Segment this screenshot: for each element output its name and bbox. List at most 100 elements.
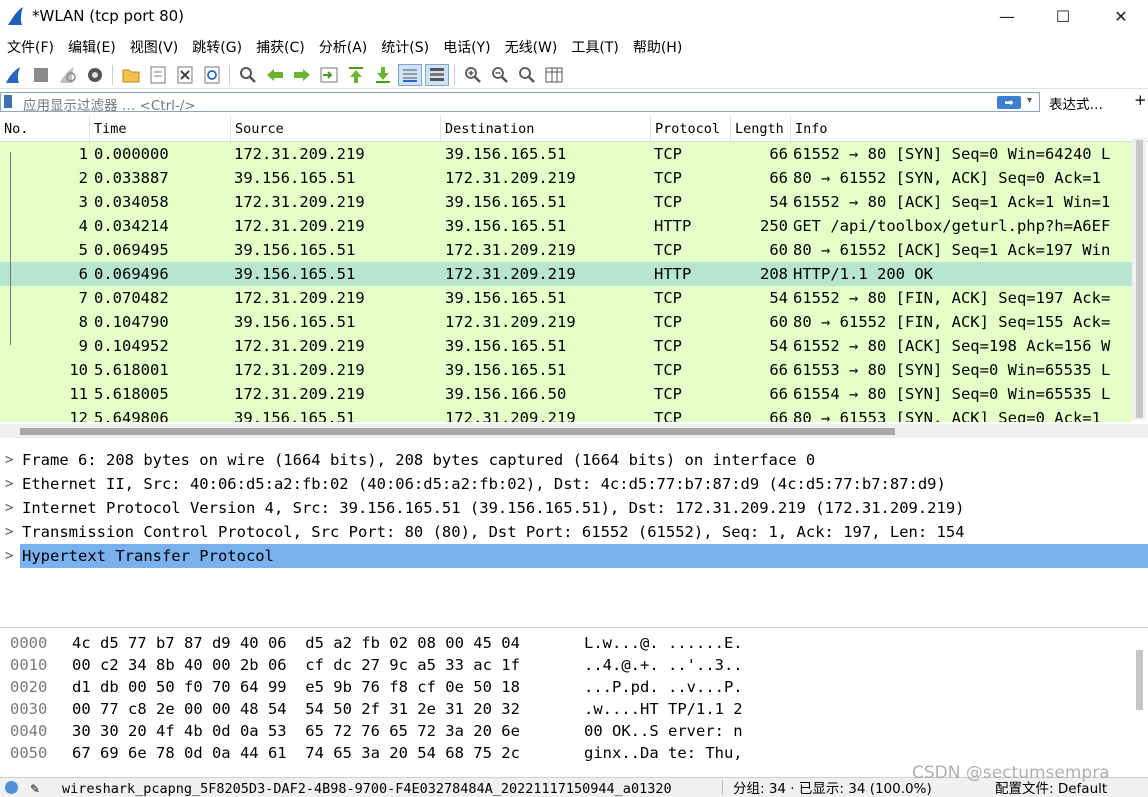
hex-offset: 0010 xyxy=(10,656,48,674)
table-row[interactable]: 3 0.034058 172.31.209.219 39.156.165.51 TCP 5… xyxy=(0,190,1132,214)
table-row[interactable]: 5 0.069495 39.156.165.51 172.31.209.219 TCP 6… xyxy=(0,238,1132,262)
capture-options-icon[interactable] xyxy=(83,64,107,86)
stop-capture-icon[interactable] xyxy=(29,64,53,86)
packet-time: 0.104952 xyxy=(94,337,169,355)
packet-protocol: TCP xyxy=(654,385,682,403)
menu-help[interactable]: 帮助(H) xyxy=(626,36,689,60)
menu-go[interactable]: 跳转(G) xyxy=(185,36,249,60)
hex-ascii: ..4.@.+. ..'..3.. xyxy=(584,656,743,674)
close-button[interactable]: ✕ xyxy=(1098,0,1144,32)
table-row[interactable]: 8 0.104790 39.156.165.51 172.31.209.219 TCP 6… xyxy=(0,310,1132,334)
hex-bytes: 4c d5 77 b7 87 d9 40 06 d5 a2 fb 02 08 0… xyxy=(72,634,520,652)
find-packet-icon[interactable] xyxy=(236,64,260,86)
table-row[interactable]: 7 0.070482 172.31.209.219 39.156.165.51 TCP 5… xyxy=(0,286,1132,310)
autoscroll-icon[interactable] xyxy=(397,64,422,86)
table-row[interactable]: 12 5.649806 39.156.165.51 172.31.209.219 TCP… xyxy=(0,406,1132,422)
filter-history-chevron-icon[interactable]: ▾ xyxy=(1027,95,1032,106)
go-last-icon[interactable] xyxy=(371,64,395,86)
column-header-no[interactable]: No. xyxy=(0,116,90,141)
column-header-length[interactable]: Length xyxy=(731,116,791,141)
add-filter-button[interactable]: + xyxy=(1134,91,1147,109)
zoom-in-icon[interactable] xyxy=(461,64,485,86)
go-forward-icon[interactable] xyxy=(290,64,314,86)
hex-row[interactable]: 0030 00 77 c8 2e 00 00 48 54 54 50 2f 31 … xyxy=(0,698,1148,720)
packet-destination: 39.156.165.51 xyxy=(445,289,567,307)
detail-label: Ethernet II, Src: 40:06:d5:a2:fb:02 (40:… xyxy=(22,475,946,493)
column-header-info[interactable]: Info xyxy=(791,116,1148,141)
expand-chevron-icon[interactable]: > xyxy=(5,544,13,568)
packet-info: 80 → 61552 [FIN, ACK] Seq=155 Ack= xyxy=(793,313,1111,331)
hex-row[interactable]: 0050 67 69 6e 78 0d 0a 44 61 74 65 3a 20 … xyxy=(0,742,1148,764)
menu-telephony[interactable]: 电话(Y) xyxy=(436,36,497,60)
apply-filter-arrow-icon[interactable]: ➡ xyxy=(997,96,1021,109)
menu-file[interactable]: 文件(F) xyxy=(0,36,61,60)
table-row[interactable]: 11 5.618005 172.31.209.219 39.156.166.50 TCP… xyxy=(0,382,1132,406)
column-header-destination[interactable]: Destination xyxy=(441,116,651,141)
table-row[interactable]: 6 0.069496 39.156.165.51 172.31.209.219 HTTP… xyxy=(0,262,1132,286)
resize-columns-icon[interactable] xyxy=(542,64,566,86)
detail-tree-item[interactable]: > Frame 6: 208 bytes on wire (1664 bits),… xyxy=(0,448,1148,472)
go-to-packet-icon[interactable] xyxy=(317,64,341,86)
packet-list-hscrollbar-thumb[interactable] xyxy=(20,428,895,435)
save-file-icon[interactable] xyxy=(146,64,170,86)
expression-button[interactable]: 表达式… xyxy=(1049,93,1103,113)
detail-label: Internet Protocol Version 4, Src: 39.156… xyxy=(22,499,965,517)
hex-row[interactable]: 0040 30 30 20 4f 4b 0d 0a 53 65 72 76 65 … xyxy=(0,720,1148,742)
hex-row[interactable]: 0000 4c d5 77 b7 87 d9 40 06 d5 a2 fb 02 … xyxy=(0,632,1148,654)
hex-ascii: .w....HT TP/1.1 2 xyxy=(584,700,743,718)
column-header-source[interactable]: Source xyxy=(231,116,441,141)
expand-chevron-icon[interactable]: > xyxy=(5,448,13,472)
column-header-time[interactable]: Time xyxy=(90,116,231,141)
table-row[interactable]: 10 5.618001 172.31.209.219 39.156.165.51 TCP… xyxy=(0,358,1132,382)
hex-row[interactable]: 0020 d1 db 00 50 f0 70 64 99 e5 9b 76 f8 … xyxy=(0,676,1148,698)
open-file-icon[interactable] xyxy=(119,64,143,86)
expand-chevron-icon[interactable]: > xyxy=(5,472,13,496)
packet-bytes: 0000 4c d5 77 b7 87 d9 40 06 d5 a2 fb 02 … xyxy=(0,627,1148,776)
packet-destination: 172.31.209.219 xyxy=(445,265,576,283)
menu-analyze[interactable]: 分析(A) xyxy=(312,36,375,60)
detail-tree-item[interactable]: > Hypertext Transfer Protocol xyxy=(0,544,1148,568)
minimize-icon: — xyxy=(999,6,1015,26)
bookmark-icon[interactable] xyxy=(4,95,12,108)
packet-bytes-scrollbar-thumb[interactable] xyxy=(1136,650,1143,710)
table-row[interactable]: 9 0.104952 172.31.209.219 39.156.165.51 TCP 5… xyxy=(0,334,1132,358)
expand-chevron-icon[interactable]: > xyxy=(5,496,13,520)
close-file-icon[interactable] xyxy=(173,64,197,86)
hex-row[interactable]: 0010 00 c2 34 8b 40 00 2b 06 cf dc 27 9c … xyxy=(0,654,1148,676)
zoom-out-icon[interactable] xyxy=(488,64,512,86)
hex-bytes: 00 77 c8 2e 00 00 48 54 54 50 2f 31 2e 3… xyxy=(72,700,520,718)
expert-info-icon[interactable] xyxy=(5,781,18,794)
detail-tree-item[interactable]: > Transmission Control Protocol, Src Port… xyxy=(0,520,1148,544)
detail-tree-item[interactable]: > Internet Protocol Version 4, Src: 39.15… xyxy=(0,496,1148,520)
maximize-button[interactable]: ☐ xyxy=(1040,0,1086,32)
menu-wireless[interactable]: 无线(W) xyxy=(498,36,565,60)
table-row[interactable]: 4 0.034214 172.31.209.219 39.156.165.51 HTTP… xyxy=(0,214,1132,238)
packet-source: 172.31.209.219 xyxy=(234,385,365,403)
expand-chevron-icon[interactable]: > xyxy=(5,520,13,544)
detail-tree-item[interactable]: > Ethernet II, Src: 40:06:d5:a2:fb:02 (40… xyxy=(0,472,1148,496)
packet-length: 66 xyxy=(769,145,788,163)
display-filter-input[interactable]: 应用显示过滤器 … <Ctrl-/> ➡ ▾ xyxy=(0,92,1040,114)
menu-view[interactable]: 视图(V) xyxy=(123,36,186,60)
toolbar-separator xyxy=(229,65,230,85)
menu-tools[interactable]: 工具(T) xyxy=(564,36,625,60)
zoom-normal-icon[interactable] xyxy=(515,64,539,86)
reload-file-icon[interactable] xyxy=(200,64,224,86)
menu-capture[interactable]: 捕获(C) xyxy=(249,36,312,60)
hex-ascii: ...P.pd. ..v...P. xyxy=(584,678,743,696)
table-row[interactable]: 1 0.000000 172.31.209.219 39.156.165.51 TCP 6… xyxy=(0,142,1132,166)
packet-list-scrollbar-thumb[interactable] xyxy=(1136,140,1143,418)
packet-destination: 39.156.166.50 xyxy=(445,385,567,403)
capture-comment-icon[interactable]: ✎ xyxy=(30,780,40,797)
restart-capture-icon[interactable] xyxy=(56,64,80,86)
minimize-button[interactable]: — xyxy=(984,0,1030,32)
menu-statistics[interactable]: 统计(S) xyxy=(374,36,436,60)
go-back-icon[interactable] xyxy=(263,64,287,86)
go-first-icon[interactable] xyxy=(344,64,368,86)
colorize-icon[interactable] xyxy=(424,64,449,86)
column-header-protocol[interactable]: Protocol xyxy=(651,116,731,141)
start-capture-icon[interactable] xyxy=(2,64,26,86)
table-row[interactable]: 2 0.033887 39.156.165.51 172.31.209.219 TCP 6… xyxy=(0,166,1132,190)
toolbar-separator xyxy=(112,65,113,85)
menu-edit[interactable]: 编辑(E) xyxy=(61,36,123,60)
